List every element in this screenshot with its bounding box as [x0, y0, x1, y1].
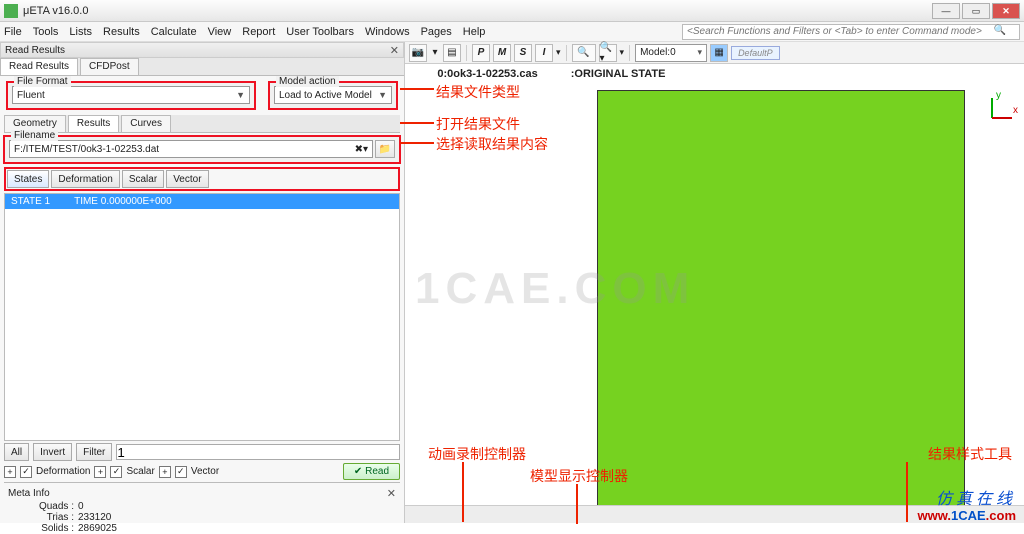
expand-deformation[interactable]: + — [4, 466, 16, 478]
credit-cn: 仿真在线 — [936, 485, 1016, 509]
list-item[interactable]: STATE 1 TIME 0.000000E+000 — [5, 194, 399, 209]
expand-scalar[interactable]: + — [94, 466, 106, 478]
menu-results[interactable]: Results — [103, 26, 140, 38]
file-format-dropdown[interactable]: Fluent ▼ — [12, 86, 250, 104]
tab-curves[interactable]: Curves — [121, 115, 171, 132]
filter-invert[interactable]: Invert — [33, 443, 72, 461]
read-results-panel: Read Results ✕ Read Results CFDPost File… — [0, 42, 405, 523]
maximize-button[interactable]: ▭ — [962, 3, 990, 19]
filename-label: Filename — [11, 130, 58, 141]
command-search-input[interactable] — [682, 24, 1020, 40]
tool-s[interactable]: S — [514, 44, 532, 62]
file-format-label: File Format — [14, 76, 71, 87]
check-deformation[interactable]: ✓ — [20, 466, 32, 478]
clear-icon[interactable]: ✖▾ — [355, 144, 368, 155]
meta-close-icon[interactable]: ✕ — [387, 487, 396, 500]
zoom-settings-icon[interactable]: 🔍▾ — [599, 44, 617, 62]
window-title: μETA v16.0.0 — [23, 5, 88, 17]
tab-read-results[interactable]: Read Results — [0, 58, 78, 75]
app-logo — [4, 4, 18, 18]
browse-file-button[interactable]: 📁 — [375, 140, 395, 158]
chevron-down-icon[interactable]: ▾ — [620, 47, 625, 58]
menu-view[interactable]: View — [208, 26, 232, 38]
filter-all[interactable]: All — [4, 443, 29, 461]
check-scalar[interactable]: ✓ — [110, 466, 122, 478]
panel-title: Read Results — [5, 45, 65, 56]
menu-windows[interactable]: Windows — [365, 26, 410, 38]
menu-calculate[interactable]: Calculate — [151, 26, 197, 38]
model-display — [597, 90, 965, 522]
tab-deformation[interactable]: Deformation — [51, 170, 119, 188]
expand-vector[interactable]: + — [159, 466, 171, 478]
tool-i[interactable]: I — [535, 44, 553, 62]
credit-url: www.1CAE.com — [918, 508, 1017, 523]
chevron-down-icon[interactable]: ▾ — [430, 44, 440, 62]
filter-input[interactable] — [116, 444, 400, 460]
close-button[interactable]: ✕ — [992, 3, 1020, 19]
minimize-button[interactable]: — — [932, 3, 960, 19]
filter-filter[interactable]: Filter — [76, 443, 112, 461]
meta-title: Meta Info — [8, 488, 50, 499]
check-vector[interactable]: ✓ — [175, 466, 187, 478]
panel-close-icon[interactable]: ✕ — [390, 44, 399, 57]
tool-p[interactable]: P — [472, 44, 490, 62]
camera-icon[interactable]: 📷 — [409, 44, 427, 62]
menu-help[interactable]: Help — [463, 26, 486, 38]
chevron-down-icon: ▼ — [236, 90, 245, 100]
model-action-label: Model action — [276, 76, 339, 87]
read-button[interactable]: ✔ Read — [343, 463, 400, 480]
menu-tools[interactable]: Tools — [33, 26, 59, 38]
menu-file[interactable]: File — [4, 26, 22, 38]
tab-vector[interactable]: Vector — [166, 170, 208, 188]
viewport[interactable]: 0:0ok3-1-02253.cas :ORIGINAL STATE y x 1… — [405, 64, 1024, 505]
menu-pages[interactable]: Pages — [421, 26, 452, 38]
zoom-icon[interactable]: 🔍 — [572, 44, 596, 62]
states-list[interactable]: STATE 1 TIME 0.000000E+000 — [4, 193, 400, 441]
snapshot-icon[interactable]: ▤ — [443, 44, 461, 62]
search-icon: 🔍 — [994, 25, 1006, 36]
menu-user-toolbars[interactable]: User Toolbars — [286, 26, 354, 38]
menu-report[interactable]: Report — [242, 26, 275, 38]
menu-lists[interactable]: Lists — [69, 26, 92, 38]
layout-icon[interactable]: ▦ — [710, 44, 728, 62]
tab-cfdpost[interactable]: CFDPost — [80, 58, 139, 75]
model-action-dropdown[interactable]: Load to Active Model ▼ — [274, 86, 392, 104]
tab-states[interactable]: States — [7, 170, 49, 188]
chevron-down-icon[interactable]: ▾ — [556, 47, 561, 58]
tab-results[interactable]: Results — [68, 115, 119, 132]
chevron-down-icon: ▼ — [378, 90, 387, 100]
filename-input[interactable]: F:/ITEM/TEST/0ok3-1-02253.dat ✖▾ — [9, 140, 373, 158]
model-selector[interactable]: Model:0▾ — [635, 44, 707, 62]
tab-scalar[interactable]: Scalar — [122, 170, 164, 188]
axis-triad: y x — [984, 94, 1014, 124]
tool-m[interactable]: M — [493, 44, 511, 62]
page-pill[interactable]: DefaultP — [731, 46, 780, 60]
